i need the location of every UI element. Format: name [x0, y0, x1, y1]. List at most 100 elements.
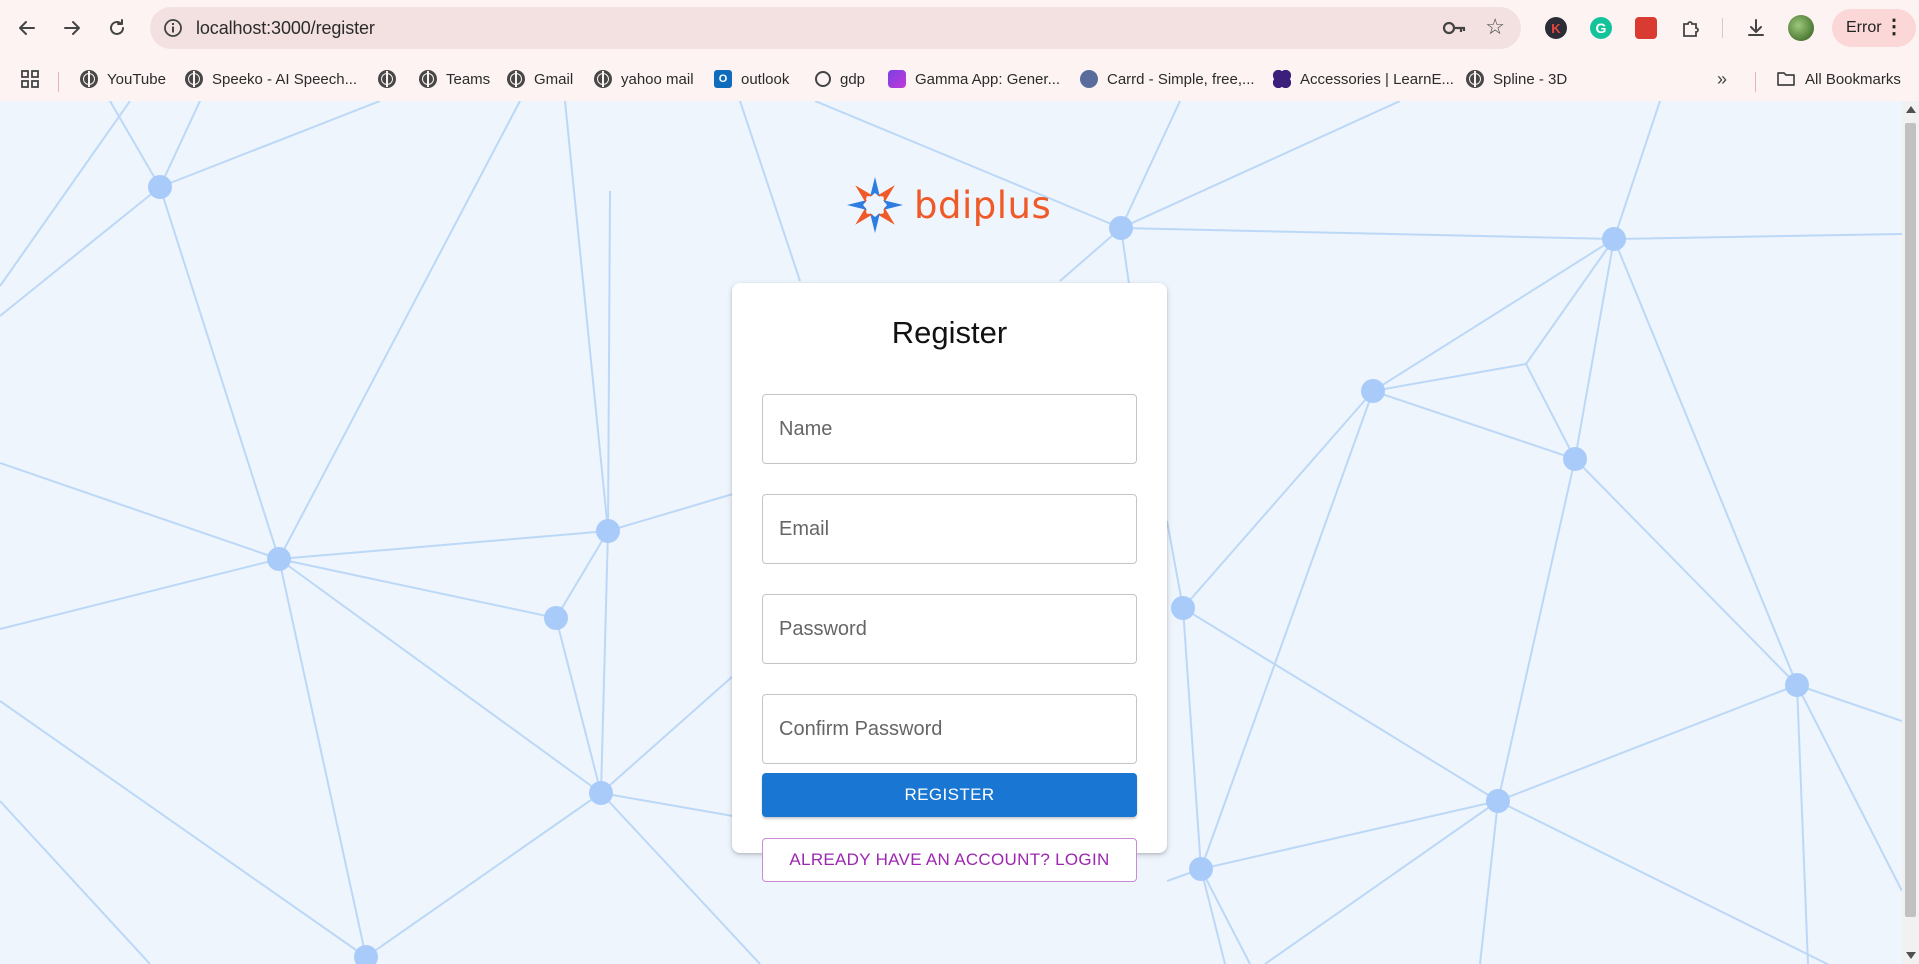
network-line: [600, 675, 734, 794]
confirm-password-input[interactable]: [762, 694, 1137, 764]
network-node: [354, 945, 378, 964]
network-line: [1120, 227, 1615, 240]
network-line: [1182, 390, 1374, 609]
globe-icon: [594, 70, 612, 88]
extension-k-icon[interactable]: K: [1542, 14, 1570, 42]
carrd-icon: [1080, 70, 1098, 88]
logo-petal: [855, 185, 873, 203]
more-bookmarks-button[interactable]: »: [1717, 64, 1727, 94]
scrollbar-thumb[interactable]: [1905, 123, 1916, 917]
network-node: [148, 175, 172, 199]
bdiplus-logo-icon: [847, 177, 903, 233]
network-line: [555, 617, 602, 794]
reload-button[interactable]: [101, 12, 133, 44]
network-line: [278, 558, 367, 958]
profile-avatar[interactable]: [1787, 14, 1815, 42]
network-node: [1171, 596, 1195, 620]
globe-icon: [185, 70, 203, 88]
site-info-icon[interactable]: [162, 17, 184, 39]
bookmark-label: Teams: [446, 70, 491, 88]
page-title: Register: [891, 315, 1008, 350]
network-line: [1479, 800, 1499, 964]
address-bar[interactable]: localhost:3000/register ☆: [150, 7, 1521, 49]
logo-text: bdiplus: [914, 183, 1052, 227]
email-input[interactable]: [762, 494, 1137, 564]
network-line: [0, 462, 280, 560]
network-line: [1120, 101, 1401, 229]
network-line: [0, 700, 367, 958]
downloads-icon[interactable]: [1742, 14, 1770, 42]
browser-toolbar: localhost:3000/register ☆ K G Error ⋮: [0, 0, 1919, 56]
network-line: [1200, 800, 1499, 870]
bookmark-carrd[interactable]: Carrd - Simple, free,...: [1080, 64, 1255, 94]
more-menu-icon[interactable]: ⋮: [1884, 17, 1904, 37]
bookmark-teams[interactable]: Teams: [419, 64, 490, 94]
network-line: [365, 792, 602, 958]
gamma-icon: [888, 70, 906, 88]
network-line: [555, 530, 609, 619]
bookmark-outlook[interactable]: Ooutlook: [714, 64, 789, 94]
bookmark-label: yahoo mail: [621, 70, 694, 88]
network-line: [278, 101, 521, 560]
bookmark-speeko[interactable]: Speeko - AI Speech...: [185, 64, 357, 94]
name-input[interactable]: [762, 394, 1137, 464]
password-key-icon[interactable]: [1441, 17, 1467, 39]
extension-red-icon[interactable]: [1632, 14, 1660, 42]
bookmark-gamma[interactable]: Gamma App: Gener...: [888, 64, 1060, 94]
brand-logo: bdiplus: [844, 172, 1051, 238]
bookmark-yahoo-mail[interactable]: yahoo mail: [594, 64, 694, 94]
back-button[interactable]: [11, 12, 43, 44]
network-line: [1200, 390, 1374, 870]
bookmark-youtube[interactable]: YouTube: [80, 64, 166, 94]
apps-grid-button[interactable]: [20, 64, 40, 94]
register-card: Register REGISTER ALREADY HAVE AN ACCOUN…: [732, 283, 1167, 882]
profile-error-label: Error: [1846, 19, 1882, 36]
folder-icon: [1777, 72, 1795, 86]
globe-icon: [1466, 70, 1484, 88]
network-line: [159, 186, 280, 560]
logo-petal: [870, 177, 880, 197]
bookmarks-divider: [58, 72, 59, 92]
grammarly-icon[interactable]: G: [1587, 14, 1615, 42]
bookmark-label: Gamma App: Gener...: [915, 70, 1061, 88]
bookmarks-divider: [1755, 72, 1756, 92]
network-node: [1602, 227, 1626, 251]
vertical-scrollbar[interactable]: [1902, 101, 1919, 964]
scroll-up-icon[interactable]: [1906, 106, 1916, 113]
password-input[interactable]: [762, 594, 1137, 664]
forward-button[interactable]: [56, 12, 88, 44]
profile-error-button[interactable]: Error ⋮: [1832, 9, 1916, 47]
globe-icon: [507, 70, 525, 88]
login-link-button[interactable]: ALREADY HAVE AN ACCOUNT? LOGIN: [762, 838, 1137, 882]
learne-icon: [1273, 70, 1291, 88]
bookmark-untitled[interactable]: [378, 64, 396, 94]
bookmark-spline[interactable]: Spline - 3D: [1466, 64, 1567, 94]
network-line: [109, 101, 161, 188]
extensions-puzzle-icon[interactable]: [1677, 14, 1705, 42]
network-node: [267, 547, 291, 571]
bookmark-label: outlook: [741, 70, 790, 88]
network-line: [1166, 520, 1184, 609]
all-bookmarks-button[interactable]: All Bookmarks: [1776, 64, 1901, 94]
network-line: [1574, 458, 1798, 686]
logo-petal: [877, 207, 895, 225]
network-node: [1189, 857, 1213, 881]
bookmark-star-icon[interactable]: ☆: [1485, 14, 1505, 40]
network-line: [739, 101, 801, 282]
bookmark-label: YouTube: [107, 70, 166, 88]
network-line: [600, 530, 609, 794]
register-button[interactable]: REGISTER: [762, 773, 1137, 817]
openai-icon: [815, 71, 831, 87]
scroll-down-icon[interactable]: [1906, 952, 1916, 959]
url-text[interactable]: localhost:3000/register: [196, 18, 375, 39]
network-line: [1497, 800, 1830, 964]
bookmark-gdp[interactable]: gdp: [815, 64, 865, 94]
network-line: [0, 101, 131, 287]
bookmark-gmail[interactable]: Gmail: [507, 64, 573, 94]
network-line: [1200, 868, 1226, 964]
bookmark-learne[interactable]: Accessories | LearnE...: [1273, 64, 1454, 94]
logo-petal: [847, 200, 867, 210]
outlook-icon: O: [714, 70, 732, 88]
arrow-right-icon: [64, 21, 80, 35]
network-line: [600, 792, 734, 817]
